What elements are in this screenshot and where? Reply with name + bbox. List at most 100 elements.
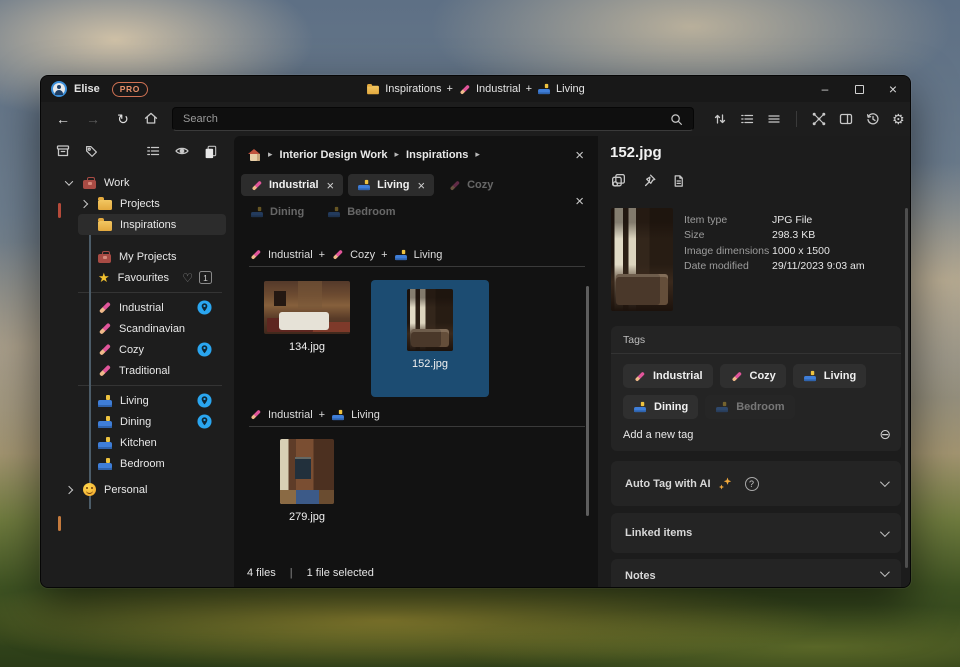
- sidebar-item-industrial[interactable]: Industrial: [78, 297, 226, 318]
- file-properties: Item type JPG File Size 298.3 KB Image d…: [684, 212, 865, 274]
- tag-chip-industrial[interactable]: Industrial: [623, 364, 713, 388]
- tag-chip-bedroom[interactable]: Bedroom: [705, 395, 794, 419]
- sidebar-item-bedroom[interactable]: Bedroom: [78, 453, 226, 474]
- close-view-button[interactable]: ×: [575, 148, 584, 163]
- breadcrumb-item[interactable]: Inspirations: [406, 149, 468, 161]
- property-row: Date modified 29/11/2023 9:03 am: [684, 259, 865, 275]
- history-icon[interactable]: [865, 111, 881, 127]
- filter-chip-industrial[interactable]: Industrial ×: [241, 174, 343, 196]
- menu-lines-icon[interactable]: [766, 111, 782, 127]
- sidebar-divider: [78, 385, 222, 386]
- document-icon[interactable]: [671, 173, 686, 189]
- work-accent-bar: [58, 203, 61, 218]
- brush-icon: [449, 179, 460, 190]
- linked-items-section[interactable]: Linked items: [611, 513, 901, 553]
- home-icon: [143, 110, 159, 126]
- brush-icon: [98, 364, 111, 377]
- breadcrumb: ▸ Interior Design Work ▸ Inspirations ▸: [248, 148, 480, 161]
- sidebar-item-living[interactable]: Living: [78, 390, 226, 411]
- split-panel-icon[interactable]: [838, 111, 854, 127]
- sidebar-item-inspirations[interactable]: Inspirations: [78, 214, 226, 235]
- tag-icon[interactable]: [84, 144, 99, 159]
- sidebar-item-traditional[interactable]: Traditional: [78, 360, 226, 381]
- location-pin-icon[interactable]: [197, 342, 212, 357]
- filter-chip-dining[interactable]: Dining: [241, 201, 313, 223]
- center-scrollbar[interactable]: [586, 286, 589, 516]
- user-name[interactable]: Elise: [74, 83, 100, 95]
- search-input[interactable]: [173, 113, 669, 125]
- search-icon[interactable]: [669, 112, 684, 127]
- find-similar-icon[interactable]: [610, 172, 627, 189]
- group-header-industrial-cozy-living: Industrial + Cozy + Living: [249, 248, 442, 261]
- tag-chip-living[interactable]: Living: [793, 364, 866, 388]
- sidebar-item-work[interactable]: Work: [63, 172, 226, 193]
- sofa-icon: [716, 402, 728, 412]
- chevron-right-icon[interactable]: [78, 201, 90, 207]
- pushpin-icon[interactable]: [641, 173, 657, 189]
- sofa-icon: [358, 180, 370, 190]
- eye-icon[interactable]: [174, 143, 190, 159]
- group-list-icon[interactable]: [739, 111, 755, 127]
- help-icon[interactable]: ?: [745, 477, 759, 491]
- personal-accent-bar: [58, 516, 61, 531]
- remove-filter-icon[interactable]: ×: [327, 178, 335, 193]
- filter-chip-bedroom[interactable]: Bedroom: [318, 201, 404, 223]
- location-pin-icon[interactable]: [197, 414, 212, 429]
- filter-chip-cozy[interactable]: Cozy: [439, 174, 502, 196]
- home-icon[interactable]: [248, 149, 261, 161]
- breadcrumb-item[interactable]: Interior Design Work: [280, 149, 388, 161]
- back-button[interactable]: ←: [55, 111, 71, 127]
- copy-pages-icon[interactable]: [203, 144, 218, 159]
- minimize-button[interactable]: –: [808, 76, 842, 102]
- sofa-icon: [98, 395, 112, 407]
- heart-icon[interactable]: ♡: [182, 271, 193, 285]
- sidebar-item-my-projects[interactable]: My Projects: [78, 246, 226, 267]
- details-scrollbar[interactable]: [905, 208, 908, 568]
- sort-icon[interactable]: [712, 111, 728, 127]
- add-tag-input[interactable]: Add a new tag: [623, 429, 693, 441]
- brush-icon: [98, 322, 111, 335]
- sidebar-item-kitchen[interactable]: Kitchen: [78, 432, 226, 453]
- refresh-button[interactable]: ↻: [115, 111, 131, 128]
- notes-section[interactable]: Notes: [611, 559, 901, 588]
- filter-chip-living[interactable]: Living ×: [348, 174, 434, 196]
- location-pin-icon[interactable]: [197, 300, 212, 315]
- settings-gear-icon[interactable]: ⚙: [892, 112, 905, 126]
- file-tile-279[interactable]: 279.jpg: [272, 439, 342, 523]
- close-button[interactable]: ×: [876, 76, 910, 102]
- star-icon: ★: [98, 271, 110, 284]
- sparkles-icon: [717, 476, 733, 492]
- sidebar-item-favourites[interactable]: ★ Favourites ♡ 1: [78, 267, 226, 288]
- chevron-down-icon[interactable]: [63, 180, 75, 186]
- user-avatar[interactable]: [51, 81, 67, 97]
- sidebar-item-dining[interactable]: Dining: [78, 411, 226, 432]
- remove-filter-icon[interactable]: ×: [418, 178, 426, 193]
- file-tile-152-selected[interactable]: 152.jpg: [371, 280, 489, 397]
- briefcase-icon: [83, 180, 96, 189]
- collapse-tags-icon[interactable]: ⊖: [879, 426, 891, 443]
- property-row: Size 298.3 KB: [684, 228, 865, 244]
- forward-button[interactable]: →: [85, 111, 101, 127]
- chevron-down-icon[interactable]: [880, 527, 890, 537]
- tag-chip-cozy[interactable]: Cozy: [720, 364, 786, 388]
- home-button[interactable]: [143, 110, 159, 129]
- archive-box-icon[interactable]: [55, 143, 71, 159]
- property-row: Image dimensions 1000 x 1500: [684, 243, 865, 259]
- auto-tag-section[interactable]: Auto Tag with AI ?: [611, 461, 901, 506]
- checklist-icon[interactable]: [145, 143, 161, 159]
- sidebar-item-cozy[interactable]: Cozy: [78, 339, 226, 360]
- sidebar-item-personal[interactable]: Personal: [63, 479, 226, 500]
- connections-icon[interactable]: [811, 111, 827, 127]
- location-pin-icon[interactable]: [197, 393, 212, 408]
- maximize-button[interactable]: [842, 76, 876, 102]
- sidebar-item-scandinavian[interactable]: Scandinavian: [78, 318, 226, 339]
- detail-thumbnail-152: [611, 208, 673, 311]
- file-browser-pane: ▸ Interior Design Work ▸ Inspirations ▸ …: [234, 136, 598, 588]
- chevron-down-icon[interactable]: [880, 477, 890, 487]
- file-tile-134[interactable]: 134.jpg: [259, 281, 355, 353]
- chevron-right-icon[interactable]: [63, 487, 75, 493]
- tag-chip-dining[interactable]: Dining: [623, 395, 698, 419]
- clear-filters-button[interactable]: ×: [575, 194, 584, 209]
- chevron-down-icon[interactable]: [880, 567, 890, 577]
- sidebar-item-projects[interactable]: Projects: [78, 193, 226, 214]
